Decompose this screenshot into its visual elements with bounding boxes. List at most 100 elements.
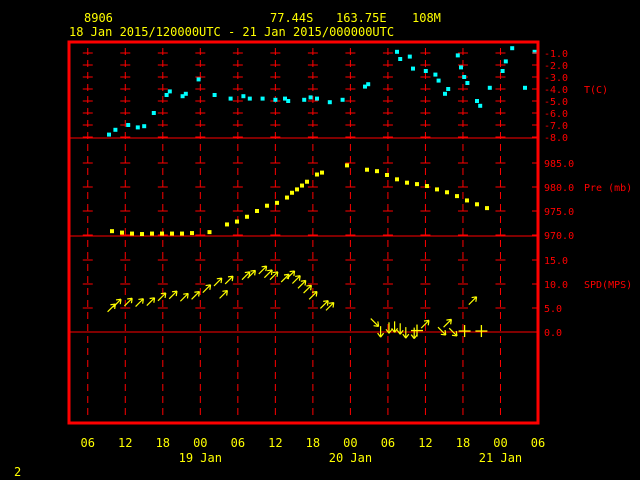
temperature-point (135, 125, 140, 130)
temperature-point (398, 57, 403, 61)
x-tick-label: 06 (81, 436, 95, 450)
temperature-point (433, 72, 438, 77)
pressure-point (415, 182, 419, 187)
pressure-point (255, 209, 259, 213)
station-id: 8906 (84, 11, 113, 25)
temperature-point (423, 69, 428, 73)
pressure-point (285, 195, 289, 200)
x-tick-label: 06 (231, 436, 245, 450)
temperature-point (478, 103, 483, 108)
temperature-point (475, 99, 479, 103)
station-lon: 163.75E (336, 11, 387, 25)
pressure-point (225, 222, 229, 227)
y-tick-label: -7.0 (544, 121, 568, 132)
temperature-point (459, 65, 463, 70)
pressure-point (130, 231, 134, 236)
x-tick-label: 06 (381, 436, 395, 450)
y-axis-label: T(C) (584, 85, 608, 96)
y-tick-label: 15.0 (544, 256, 568, 267)
temperature-point (167, 89, 172, 94)
temperature-point (196, 77, 201, 82)
pressure-point (180, 231, 184, 236)
pressure-point (365, 167, 369, 172)
pressure-point (425, 184, 429, 189)
temperature-point (395, 49, 399, 54)
temperature-point (340, 97, 345, 102)
temperature-point (366, 82, 371, 87)
pressure-point (295, 187, 299, 192)
temperature-point (411, 66, 415, 71)
temperature-point (327, 100, 332, 105)
pressure-point (445, 190, 449, 195)
temperature-point (247, 96, 252, 101)
temperature-point (212, 93, 217, 97)
y-tick-label: -3.0 (544, 73, 568, 84)
y-axis-label: Pre (mb) (584, 183, 632, 194)
temperature-point (107, 132, 111, 137)
x-tick-label: 18 (456, 436, 470, 450)
pressure-point (160, 231, 164, 236)
pressure-point (300, 183, 304, 188)
pressure-point (375, 169, 379, 174)
pressure-point (150, 231, 154, 236)
temperature-point (151, 111, 156, 115)
pressure-point (110, 229, 114, 234)
x-tick-label: 18 (156, 436, 170, 450)
y-axis-label: SPD(MPS) (584, 280, 632, 291)
temperature-point (113, 127, 118, 132)
y-tick-label: 10.0 (544, 280, 568, 291)
temperature-point (260, 96, 265, 101)
pressure-point (140, 232, 144, 237)
temperature-point (465, 81, 470, 85)
y-tick-label: 970.0 (544, 231, 574, 242)
x-tick-label: 18 (306, 436, 320, 450)
x-tick-label: 00 (343, 436, 357, 450)
time-period: 18 Jan 2015/120000UTC - 21 Jan 2015/0000… (69, 25, 394, 39)
y-tick-label: 985.0 (544, 159, 574, 170)
x-tick-label: 12 (118, 436, 132, 450)
pressure-point (320, 170, 324, 175)
pressure-point (435, 187, 439, 192)
pressure-point (245, 214, 249, 219)
temperature-point (126, 123, 131, 127)
temperature-point (308, 95, 313, 100)
pressure-point (190, 231, 194, 236)
y-tick-label: -4.0 (544, 85, 568, 96)
temperature-point (273, 97, 278, 102)
pressure-point (405, 180, 409, 185)
x-tick-label: 12 (268, 436, 282, 450)
pressure-point (395, 177, 399, 182)
pressure-point (120, 230, 124, 235)
temperature-point (407, 54, 412, 59)
meteogram: 8906 77.44S 163.75E 108M 18 Jan 2015/120… (0, 0, 640, 480)
temperature-point (164, 93, 169, 97)
y-tick-label: 0.0 (544, 328, 562, 339)
temperature-point (241, 94, 246, 99)
x-tick-label: 00 (193, 436, 207, 450)
y-tick-label: -1.0 (544, 49, 568, 60)
station-lat: 77.44S (270, 11, 313, 25)
pressure-point (465, 198, 469, 203)
temperature-point (523, 85, 527, 90)
temperature-point (315, 96, 319, 101)
pressure-point (170, 231, 174, 236)
temperature-point (286, 99, 291, 103)
temperature-point (183, 91, 188, 96)
y-tick-label: -8.0 (544, 133, 568, 144)
temperature-point (228, 96, 233, 101)
x-date-label: 19 Jan (179, 451, 222, 465)
pressure-point (455, 194, 459, 199)
x-tick-label: 06 (531, 436, 545, 450)
pressure-point (385, 173, 389, 177)
temperature-point (455, 53, 460, 58)
pressure-point (265, 203, 269, 208)
temperature-point (446, 87, 451, 91)
pressure-point (207, 230, 212, 235)
temperature-point (510, 46, 515, 51)
temperature-point (462, 75, 467, 79)
y-tick-label: 980.0 (544, 183, 574, 194)
temperature-point (503, 59, 508, 64)
x-date-label: 20 Jan (329, 451, 372, 465)
pressure-point (475, 202, 479, 207)
temperature-point (142, 124, 147, 129)
